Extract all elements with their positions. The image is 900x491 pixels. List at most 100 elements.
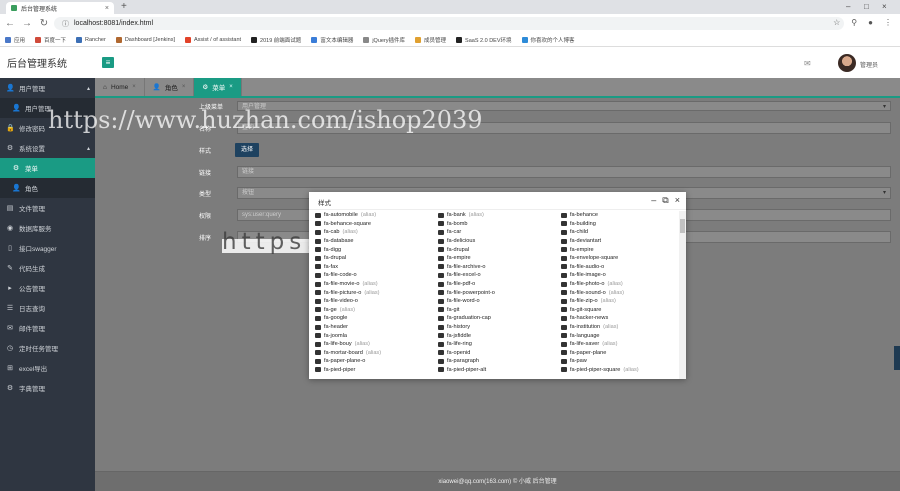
sidebar-item-menu[interactable]: ⚙ 菜单 xyxy=(0,158,95,178)
icon-option[interactable]: fa-file-audio-o xyxy=(561,263,677,272)
sidebar-item-system-settings[interactable]: ⚙ 系统设置 ▴ xyxy=(0,138,95,158)
browser-tab[interactable]: 后台管理系统 × xyxy=(6,2,114,14)
bookmark-item[interactable]: Rancher xyxy=(76,36,106,43)
back-icon[interactable]: ← xyxy=(3,18,17,29)
icon-option[interactable]: fa-google xyxy=(315,314,438,323)
maximize-icon[interactable]: □ xyxy=(864,2,869,11)
sidebar-item-notices[interactable]: ▸ 公告管理 xyxy=(0,278,95,298)
tab-menu[interactable]: ⚙ 菜单 × xyxy=(194,78,242,96)
icon-option[interactable]: fa-hacker-news xyxy=(561,314,677,323)
bookmark-item[interactable]: 2019 前端面试题 xyxy=(251,36,301,44)
bookmark-item[interactable]: 应用 xyxy=(5,36,25,44)
forward-icon[interactable]: → xyxy=(20,18,34,29)
icon-option[interactable]: fa-file-zip-o (alias) xyxy=(561,297,677,306)
tab-home[interactable]: ⌂ Home × xyxy=(95,78,145,96)
icon-option[interactable]: fa-language xyxy=(561,331,677,340)
icon-option[interactable]: fa-file-pdf-o xyxy=(438,280,561,289)
scrollbar[interactable] xyxy=(679,211,686,379)
icon-option[interactable]: fa-ge (alias) xyxy=(315,306,438,315)
url-input[interactable]: ⓘ localhost:8081/index.html xyxy=(54,17,844,30)
minimize-icon[interactable]: – xyxy=(846,2,850,11)
icon-option[interactable]: fa-pied-piper-square (alias) xyxy=(561,366,677,375)
profile-icon[interactable]: ● xyxy=(868,18,873,27)
icon-option[interactable]: fa-graduation-cap xyxy=(438,314,561,323)
icon-option[interactable]: fa-bomb xyxy=(438,220,561,229)
reload-icon[interactable]: ↻ xyxy=(37,18,51,29)
sidebar-item-logs[interactable]: ☰ 日志查询 xyxy=(0,298,95,318)
icon-option[interactable]: fa-history xyxy=(438,323,561,332)
sidebar-item-files[interactable]: ▤ 文件管理 xyxy=(0,198,95,218)
icon-option[interactable]: fa-file-code-o xyxy=(315,271,438,280)
icon-option[interactable]: fa-database xyxy=(315,237,438,246)
avatar[interactable] xyxy=(838,54,856,72)
icon-option[interactable]: fa-joomla xyxy=(315,331,438,340)
sidebar-item-database[interactable]: ◉ 数据库服务 xyxy=(0,218,95,238)
icon-option[interactable]: fa-empire xyxy=(561,245,677,254)
maximize-icon[interactable]: ⧉ xyxy=(662,195,668,206)
message-icon[interactable]: ✉ xyxy=(804,59,811,68)
menu-toggle-button[interactable]: ≡ xyxy=(102,57,114,68)
icon-option[interactable]: fa-file-picture-o (alias) xyxy=(315,288,438,297)
more-icon[interactable]: ⋮ xyxy=(884,18,892,27)
close-icon[interactable]: × xyxy=(132,84,136,90)
icon-option[interactable]: fa-life-saver (alias) xyxy=(561,340,677,349)
icon-option[interactable]: fa-paper-plane xyxy=(561,349,677,358)
icon-option[interactable]: fa-paper-plane-o xyxy=(315,357,438,366)
icon-option[interactable]: fa-institution (alias) xyxy=(561,323,677,332)
icon-option[interactable]: fa-drupal xyxy=(315,254,438,263)
new-tab-icon[interactable]: + xyxy=(121,1,127,12)
icon-option[interactable]: fa-file-image-o xyxy=(561,271,677,280)
icon-option[interactable]: fa-fax xyxy=(315,263,438,272)
star-icon[interactable]: ☆ xyxy=(833,18,840,27)
bookmark-item[interactable]: Dashboard [Jenkins] xyxy=(115,36,175,43)
icon-option[interactable]: fa-empire xyxy=(438,254,561,263)
icon-option[interactable]: fa-file-word-o xyxy=(438,297,561,306)
icon-option[interactable]: fa-paw xyxy=(561,357,677,366)
icon-option[interactable]: fa-building xyxy=(561,220,677,229)
icon-option[interactable]: fa-automobile (alias) xyxy=(315,211,438,220)
icon-option[interactable]: fa-file-archive-o xyxy=(438,263,561,272)
icon-option[interactable]: fa-digg xyxy=(315,245,438,254)
icon-option[interactable]: fa-git xyxy=(438,306,561,315)
icon-option[interactable]: fa-file-photo-o (alias) xyxy=(561,280,677,289)
icon-option[interactable]: fa-drupal xyxy=(438,245,561,254)
scrollbar-thumb[interactable] xyxy=(680,219,685,233)
icon-option[interactable]: fa-envelope-square xyxy=(561,254,677,263)
choose-style-button[interactable]: 选择 xyxy=(235,143,259,157)
icon-option[interactable]: fa-file-excel-o xyxy=(438,271,561,280)
icon-option[interactable]: fa-git-square xyxy=(561,306,677,315)
bookmark-item[interactable]: 富文本编辑器 xyxy=(311,36,353,44)
close-icon[interactable]: × xyxy=(105,5,109,12)
bookmark-item[interactable]: jQuery插件库 xyxy=(363,36,405,44)
icon-option[interactable]: fa-life-ring xyxy=(438,340,561,349)
side-handle[interactable] xyxy=(894,346,900,370)
username[interactable]: 管理员 xyxy=(860,60,878,69)
close-icon[interactable]: × xyxy=(675,195,680,206)
close-icon[interactable]: × xyxy=(182,84,186,90)
icon-option[interactable]: fa-car xyxy=(438,228,561,237)
bookmark-item[interactable]: 成员管理 xyxy=(415,36,446,44)
extension-icon[interactable]: ⚲ xyxy=(851,18,857,27)
bookmark-item[interactable]: Assist / of assistant xyxy=(184,36,241,43)
icon-option[interactable]: fa-pied-piper-alt xyxy=(438,366,561,375)
close-icon[interactable]: × xyxy=(229,84,233,90)
bookmark-item[interactable]: 你喜欢的个人博客 xyxy=(521,36,575,44)
icon-option[interactable]: fa-paragraph xyxy=(438,357,561,366)
bookmark-item[interactable]: SaaS 2.0 DEV环境 xyxy=(456,36,512,44)
sidebar-item-roles[interactable]: 👤 角色 xyxy=(0,178,95,198)
link-input[interactable]: 链接 xyxy=(237,166,891,178)
icon-option[interactable]: fa-file-sound-o (alias) xyxy=(561,288,677,297)
icon-option[interactable]: fa-openid xyxy=(438,349,561,358)
tab-roles[interactable]: 👤 角色 × xyxy=(145,78,195,96)
icon-option[interactable]: fa-header xyxy=(315,323,438,332)
sidebar-item-mail[interactable]: ✉ 邮件管理 xyxy=(0,318,95,338)
icon-option[interactable]: fa-pied-piper xyxy=(315,366,438,375)
icon-option[interactable]: fa-behance xyxy=(561,211,677,220)
icon-option[interactable]: fa-bank (alias) xyxy=(438,211,561,220)
minimize-icon[interactable]: – xyxy=(651,195,656,206)
icon-option[interactable]: fa-file-powerpoint-o xyxy=(438,288,561,297)
sidebar-item-jobs[interactable]: ◷ 定时任务管理 xyxy=(0,338,95,358)
icon-option[interactable]: fa-child xyxy=(561,228,677,237)
icon-option[interactable]: fa-file-movie-o (alias) xyxy=(315,280,438,289)
sidebar-item-dict[interactable]: ⚙ 字典管理 xyxy=(0,378,95,398)
